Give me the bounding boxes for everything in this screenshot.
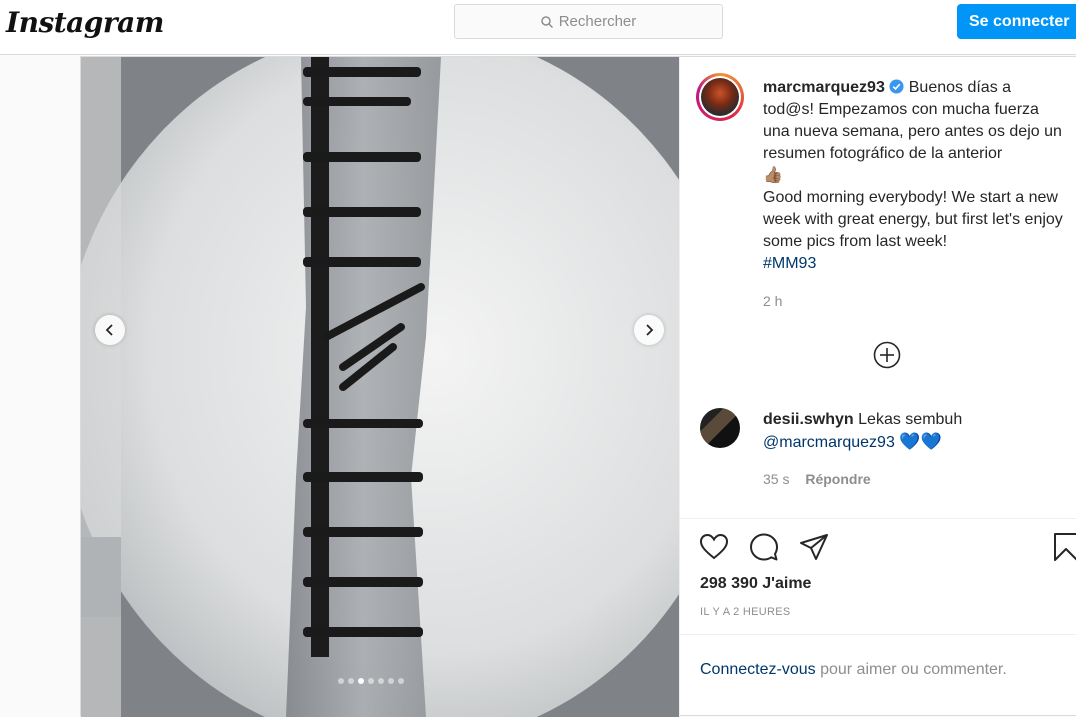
comment-mention[interactable]: @marcmarquez93 xyxy=(763,434,895,451)
comment-icon[interactable] xyxy=(748,531,780,563)
blue-hearts-emoji: 💙💙 xyxy=(899,432,942,451)
commenter-avatar[interactable] xyxy=(700,408,740,448)
verified-badge-icon xyxy=(889,79,904,94)
carousel-dot xyxy=(338,678,344,684)
carousel-dot xyxy=(378,678,384,684)
commenter-username[interactable]: desii.swhyn xyxy=(763,411,854,428)
login-button[interactable]: Se connecter xyxy=(957,4,1076,39)
likes-count[interactable]: 298 390 J'aime xyxy=(700,575,811,593)
load-more-comments-icon[interactable] xyxy=(872,340,902,370)
reply-button[interactable]: Répondre xyxy=(805,471,870,487)
author-username[interactable]: marcmarquez93 xyxy=(763,79,885,96)
carousel-dot xyxy=(358,678,364,684)
heart-icon[interactable] xyxy=(698,531,730,563)
author-avatar[interactable] xyxy=(696,73,744,121)
post-media[interactable] xyxy=(81,57,679,717)
divider xyxy=(680,634,1076,635)
caption-time: 2 h xyxy=(763,293,783,309)
login-prompt: Connectez-vous pour aimer ou commenter. xyxy=(700,661,1007,679)
divider xyxy=(680,518,1076,519)
comment-meta: 35 s Répondre xyxy=(763,471,871,487)
caption: marcmarquez93 Buenos días a tod@s! Empez… xyxy=(763,77,1063,275)
hashtag-link[interactable]: #MM93 xyxy=(763,255,816,272)
post-sidebar: marcmarquez93 Buenos días a tod@s! Empez… xyxy=(679,57,1076,717)
comment-time: 35 s xyxy=(763,471,790,487)
bookmark-icon[interactable] xyxy=(1050,531,1076,563)
carousel-dot xyxy=(348,678,354,684)
search-icon xyxy=(540,15,553,28)
search-input[interactable]: Rechercher xyxy=(454,4,723,39)
posted-time: IL Y A 2 HEURES xyxy=(700,606,791,618)
instagram-logo[interactable]: Instagram xyxy=(6,6,164,39)
login-prompt-text: pour aimer ou commenter. xyxy=(815,661,1007,678)
caption-english: Good morning everybody! We start a new w… xyxy=(763,189,1063,250)
post: marcmarquez93 Buenos días a tod@s! Empez… xyxy=(80,56,1076,717)
login-link[interactable]: Connectez-vous xyxy=(700,661,816,678)
carousel-dots xyxy=(338,678,404,684)
carousel-dot xyxy=(368,678,374,684)
search-placeholder: Rechercher xyxy=(558,13,637,30)
carousel-dot xyxy=(398,678,404,684)
xray-image xyxy=(81,57,679,717)
send-icon[interactable] xyxy=(798,531,830,563)
comment: desii.swhyn Lekas sembuh @marcmarquez93 … xyxy=(763,409,1063,454)
next-button[interactable] xyxy=(634,315,664,345)
chevron-right-icon xyxy=(646,324,654,336)
thumbs-up-emoji: 👍🏽 xyxy=(763,167,783,184)
previous-button[interactable] xyxy=(95,315,125,345)
comment-text: Lekas sembuh xyxy=(858,411,963,428)
top-bar: Instagram Rechercher Se connecter xyxy=(0,0,1076,55)
chevron-left-icon xyxy=(105,324,113,336)
carousel-dot xyxy=(388,678,394,684)
